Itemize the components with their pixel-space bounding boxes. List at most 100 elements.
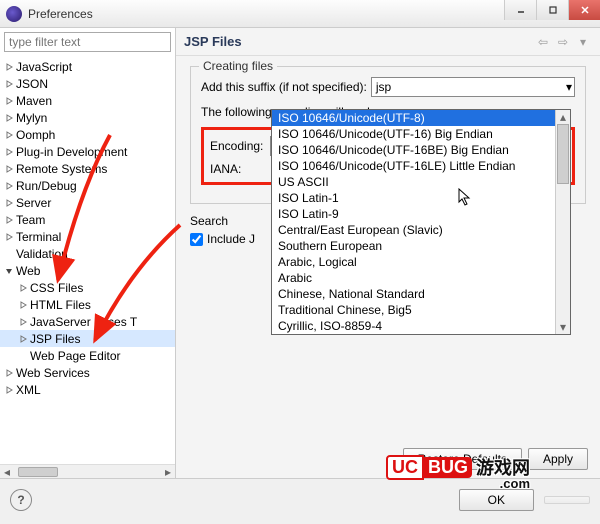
maximize-button[interactable] [536, 0, 568, 20]
dropdown-icon[interactable]: ▾ [574, 34, 592, 50]
iana-label: IANA: [210, 162, 266, 176]
encoding-option[interactable]: ISO 10646/Unicode(UTF-16) Big Endian [272, 126, 570, 142]
tree-item-web-services[interactable]: Web Services [0, 364, 175, 381]
scroll-right-icon[interactable]: ▸ [161, 465, 175, 479]
apply-button[interactable]: Apply [528, 448, 588, 470]
tree-item-html-files[interactable]: HTML Files [0, 296, 175, 313]
forward-icon[interactable]: ⇨ [554, 34, 572, 50]
chevron-right-icon [18, 283, 28, 293]
tree-item-label: JavaServer Faces T [30, 315, 137, 329]
tree-item-validation[interactable]: Validation [0, 245, 175, 262]
cancel-button[interactable] [544, 496, 590, 504]
encoding-option[interactable]: Chinese, National Standard [272, 286, 570, 302]
encoding-option[interactable]: Arabic [272, 270, 570, 286]
tree-item-css-files[interactable]: CSS Files [0, 279, 175, 296]
tree-item-plug-in-development[interactable]: Plug-in Development [0, 143, 175, 160]
chevron-right-icon [4, 79, 14, 89]
help-icon[interactable]: ? [10, 489, 32, 511]
scroll-up-icon[interactable]: ▴ [556, 110, 570, 124]
include-label: Include J [207, 232, 255, 246]
encoding-option[interactable]: Arabic, Logical [272, 254, 570, 270]
preferences-tree[interactable]: JavaScriptJSON MavenMylynOomphPlug-in Dev… [0, 56, 175, 464]
encoding-option[interactable]: Central/East European (Slavic) [272, 222, 570, 238]
scroll-left-icon[interactable]: ◂ [0, 465, 14, 479]
encoding-label: Encoding: [210, 139, 266, 153]
chevron-right-icon [18, 334, 28, 344]
vscroll-thumb[interactable] [557, 124, 569, 184]
tree-item-mylyn[interactable]: Mylyn [0, 109, 175, 126]
filter-input[interactable] [5, 33, 170, 51]
chevron-right-icon [4, 130, 14, 140]
chevron-right-icon [4, 113, 14, 123]
tree-item-label: Web Page Editor [30, 349, 121, 363]
scroll-down-icon[interactable]: ▾ [556, 320, 570, 334]
close-button[interactable] [568, 0, 600, 20]
suffix-combo[interactable]: jsp ▾ [371, 77, 575, 97]
tree-item-oomph[interactable]: Oomph [0, 126, 175, 143]
chevron-right-icon [18, 351, 28, 361]
tree-item-server[interactable]: Server [0, 194, 175, 211]
group-label: Creating files [199, 59, 277, 73]
tree-item-json[interactable]: JSON [0, 75, 175, 92]
tree-item-label: Terminal [16, 230, 61, 244]
encoding-option[interactable]: ISO 10646/Unicode(UTF-16BE) Big Endian [272, 142, 570, 158]
filter-box [4, 32, 171, 52]
encoding-option[interactable]: ISO Latin-1 [272, 190, 570, 206]
chevron-right-icon [18, 317, 28, 327]
tree-item-label: Maven [16, 94, 52, 108]
back-icon[interactable]: ⇦ [534, 34, 552, 50]
chevron-right-icon [4, 181, 14, 191]
include-checkbox[interactable] [190, 233, 203, 246]
tree-item-run-debug[interactable]: Run/Debug [0, 177, 175, 194]
tree-item-web-page-editor[interactable]: Web Page Editor [0, 347, 175, 364]
dropdown-vscroll[interactable]: ▴ ▾ [555, 110, 570, 334]
tree-item-label: Run/Debug [16, 179, 77, 193]
chevron-right-icon [4, 385, 14, 395]
encoding-option[interactable]: ISO 10646/Unicode(UTF-16LE) Little Endia… [272, 158, 570, 174]
tree-item-label: XML [16, 383, 41, 397]
tree-item-maven[interactable]: Maven [0, 92, 175, 109]
tree-item-label: HTML Files [30, 298, 91, 312]
tree-item-javascript[interactable]: JavaScript [0, 58, 175, 75]
encoding-option[interactable]: ISO Latin-9 [272, 206, 570, 222]
encoding-highlight-box: Encoding: ISO Latin-1 ▾ IANA: ▴ [201, 127, 575, 185]
tree-item-label: Web [16, 264, 40, 278]
tree-item-label: JavaScript [16, 60, 72, 74]
chevron-right-icon [4, 62, 14, 72]
titlebar: Preferences [0, 0, 600, 28]
ok-button[interactable]: OK [459, 489, 534, 511]
footer: ? OK [0, 478, 600, 520]
encoding-option[interactable]: Cyrillic, ISO-8859-4 [272, 318, 570, 334]
app-icon [6, 6, 22, 22]
encoding-option[interactable]: US ASCII [272, 174, 570, 190]
suffix-value: jsp [376, 80, 391, 94]
restore-defaults-button[interactable]: Restore Defaults [403, 448, 522, 470]
tree-item-jsp-files[interactable]: JSP Files [0, 330, 175, 347]
sidebar: JavaScriptJSON MavenMylynOomphPlug-in Dev… [0, 28, 176, 478]
encoding-dropdown[interactable]: ▴ ▾ ISO 10646/Unicode(UTF-8)ISO 10646/Un… [271, 109, 571, 335]
chevron-right-icon [4, 232, 14, 242]
sidebar-hscroll[interactable]: ◂ ▸ [0, 464, 175, 478]
encoding-option[interactable]: Southern European [272, 238, 570, 254]
chevron-right-icon [4, 368, 14, 378]
encoding-option[interactable]: ISO 10646/Unicode(UTF-8) [272, 110, 570, 126]
tree-item-label: Remote Systems [16, 162, 107, 176]
chevron-down-icon [4, 266, 14, 276]
minimize-button[interactable] [504, 0, 536, 20]
tree-item-remote-systems[interactable]: Remote Systems [0, 160, 175, 177]
chevron-down-icon: ▾ [566, 80, 572, 94]
chevron-right-icon [4, 147, 14, 157]
chevron-right-icon [4, 96, 14, 106]
chevron-right-icon [4, 198, 14, 208]
tree-item-xml[interactable]: XML [0, 381, 175, 398]
main-header: JSP Files ⇦ ⇨ ▾ [176, 28, 600, 56]
suffix-row: Add this suffix (if not specified): jsp … [201, 77, 575, 97]
tree-item-terminal[interactable]: Terminal [0, 228, 175, 245]
nav-buttons: ⇦ ⇨ ▾ [534, 34, 592, 50]
tree-item-team[interactable]: Team [0, 211, 175, 228]
encoding-option[interactable]: Traditional Chinese, Big5 [272, 302, 570, 318]
tree-item-javaserver-faces-t[interactable]: JavaServer Faces T [0, 313, 175, 330]
scroll-thumb[interactable] [18, 467, 58, 477]
tree-item-web[interactable]: Web [0, 262, 175, 279]
settings-panel: Creating files Add this suffix (if not s… [176, 56, 600, 478]
